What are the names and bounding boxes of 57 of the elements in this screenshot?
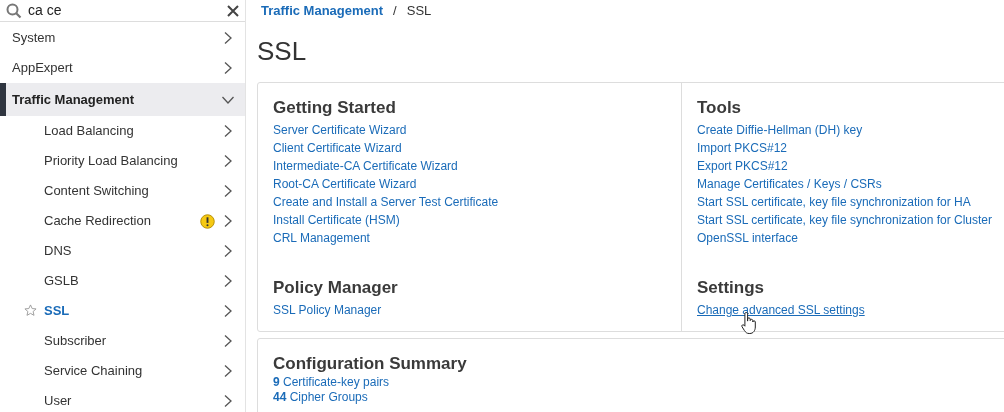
section-link[interactable]: Import PKCS#12 xyxy=(697,139,788,157)
nav-item[interactable]: Content Switching xyxy=(44,181,221,201)
breadcrumb-link[interactable]: Traffic Management xyxy=(261,1,384,21)
nav-item[interactable]: AppExpert xyxy=(12,58,221,78)
nav-item[interactable]: Service Chaining xyxy=(44,361,221,381)
search-icon xyxy=(6,2,22,19)
chevron-right-icon[interactable] xyxy=(223,154,233,168)
section-link[interactable]: Start SSL certificate, key file synchronization for HA xyxy=(697,193,971,211)
chevron-right-icon[interactable] xyxy=(223,334,233,348)
chevron-right-icon[interactable] xyxy=(223,364,233,378)
summary-link[interactable]: 44 Cipher Groups xyxy=(273,390,368,405)
section-link[interactable]: Intermediate-CA Certificate Wizard xyxy=(273,157,458,175)
section-link[interactable]: Install Certificate (HSM) xyxy=(273,211,400,229)
section-link[interactable]: Create and Install a Server Test Certificate xyxy=(273,193,499,211)
section-link[interactable]: CRL Management xyxy=(273,229,370,247)
section-link[interactable]: Change advanced SSL settings xyxy=(697,301,865,319)
active-indicator xyxy=(0,83,6,116)
section-link[interactable]: Root-CA Certificate Wizard xyxy=(273,175,417,193)
section-link[interactable]: Export PKCS#12 xyxy=(697,157,788,175)
section-heading: Tools xyxy=(697,97,743,119)
nav-item[interactable]: Subscriber xyxy=(44,331,221,351)
chevron-right-icon[interactable] xyxy=(223,31,233,45)
chevron-right-icon[interactable] xyxy=(223,304,233,318)
section-link[interactable]: Start SSL certificate, key file synchronization for Cluster xyxy=(697,211,992,229)
section-link[interactable]: Manage Certificates / Keys / CSRs xyxy=(697,175,882,193)
nav-item[interactable]: User xyxy=(44,391,221,411)
search-field[interactable]: ca ce xyxy=(28,0,221,21)
section-link[interactable]: Client Certificate Wizard xyxy=(273,139,402,157)
nav-item[interactable]: Load Balancing xyxy=(44,121,221,141)
chevron-right-icon[interactable] xyxy=(223,394,233,408)
summary-link[interactable]: 9 Certificate-key pairs xyxy=(273,375,390,390)
section-heading: Configuration Summary xyxy=(273,353,468,375)
nav-item[interactable]: Cache Redirection xyxy=(44,211,200,231)
chevron-right-icon[interactable] xyxy=(223,274,233,288)
breadcrumb-current: SSL xyxy=(406,2,432,21)
section-link[interactable]: OpenSSL interface xyxy=(697,229,798,247)
star-icon[interactable] xyxy=(24,304,37,317)
section-link[interactable]: SSL Policy Manager xyxy=(273,301,382,319)
section-link[interactable]: Server Certificate Wizard xyxy=(273,121,407,139)
section-heading: Getting Started xyxy=(273,97,397,119)
chevron-right-icon[interactable] xyxy=(223,184,233,198)
chevron-right-icon[interactable] xyxy=(223,214,233,228)
section-link[interactable]: Create Diffie-Hellman (DH) key xyxy=(697,121,863,139)
chevron-right-icon[interactable] xyxy=(223,124,233,138)
breadcrumb-separator: / xyxy=(393,2,397,21)
section-heading: Policy Manager xyxy=(273,277,399,299)
nav-item[interactable]: System xyxy=(12,28,221,48)
chevron-right-icon[interactable] xyxy=(223,61,233,75)
chevron-right-icon[interactable] xyxy=(223,244,233,258)
nav-item[interactable]: DNS xyxy=(44,241,221,261)
nav-item[interactable]: SSL xyxy=(44,301,221,321)
section-heading: Settings xyxy=(697,277,766,299)
nav-item[interactable]: Priority Load Balancing xyxy=(44,151,221,171)
close-icon[interactable] xyxy=(227,4,239,17)
page-title: SSL xyxy=(257,36,308,66)
chevron-down-icon[interactable] xyxy=(221,94,235,105)
nav-item[interactable]: GSLB xyxy=(44,271,221,291)
